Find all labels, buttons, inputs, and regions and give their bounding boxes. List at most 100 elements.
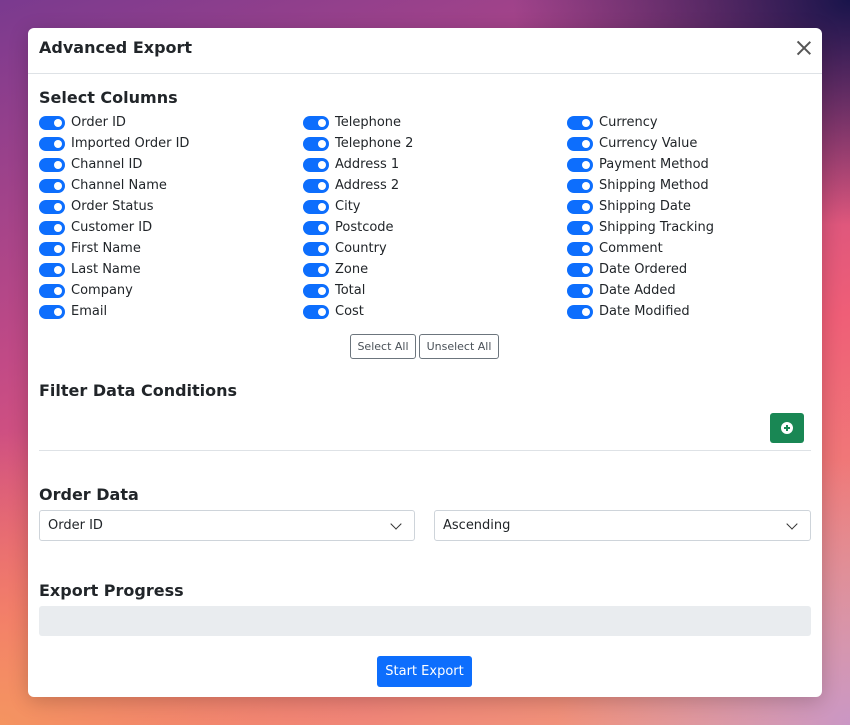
order-field-value: Order ID: [48, 518, 103, 533]
toggle-switch[interactable]: [39, 304, 65, 319]
column-toggle-item[interactable]: Postcode: [303, 217, 563, 238]
column-toggle-item[interactable]: Zone: [303, 259, 563, 280]
column-toggle-item[interactable]: Order ID: [39, 112, 299, 133]
column-toggle-item[interactable]: Channel ID: [39, 154, 299, 175]
column-toggle-item[interactable]: Email: [39, 301, 299, 322]
column-toggle-item[interactable]: Currency Value: [567, 133, 827, 154]
column-toggle-label: Total: [335, 283, 366, 298]
toggle-switch[interactable]: [303, 136, 329, 151]
toggle-switch[interactable]: [39, 115, 65, 130]
column-toggle-item[interactable]: Channel Name: [39, 175, 299, 196]
chevron-down-icon: [390, 518, 402, 530]
toggle-switch[interactable]: [39, 241, 65, 256]
column-toggle-label: Date Added: [599, 283, 676, 298]
column-toggle-item[interactable]: Imported Order ID: [39, 133, 299, 154]
toggle-switch[interactable]: [39, 136, 65, 151]
column-group-2: Telephone Telephone 2 Address 1 Address 2 Ci…: [303, 112, 563, 322]
column-toggle-label: Shipping Tracking: [599, 220, 714, 235]
column-toggle-label: Telephone 2: [335, 136, 414, 151]
column-toggle-item[interactable]: Shipping Method: [567, 175, 827, 196]
column-toggle-item[interactable]: First Name: [39, 238, 299, 259]
toggle-switch[interactable]: [39, 262, 65, 277]
toggle-switch[interactable]: [567, 241, 593, 256]
column-toggle-item[interactable]: Telephone: [303, 112, 563, 133]
column-toggle-label: Address 1: [335, 157, 400, 172]
toggle-switch[interactable]: [303, 220, 329, 235]
add-condition-button[interactable]: [770, 413, 804, 443]
toggle-switch[interactable]: [303, 241, 329, 256]
toggle-switch[interactable]: [39, 178, 65, 193]
column-toggle-label: Shipping Method: [599, 178, 709, 193]
column-toggle-label: Shipping Date: [599, 199, 691, 214]
toggle-switch[interactable]: [303, 115, 329, 130]
column-toggle-item[interactable]: Date Added: [567, 280, 827, 301]
column-toggle-label: Imported Order ID: [71, 136, 190, 151]
column-toggle-label: Email: [71, 304, 108, 319]
column-toggle-label: Last Name: [71, 262, 141, 277]
column-toggle-item[interactable]: Shipping Tracking: [567, 217, 827, 238]
toggle-switch[interactable]: [567, 304, 593, 319]
toggle-switch[interactable]: [567, 283, 593, 298]
close-icon[interactable]: [794, 38, 814, 58]
column-toggle-item[interactable]: Date Ordered: [567, 259, 827, 280]
column-toggle-item[interactable]: Cost: [303, 301, 563, 322]
column-toggle-item[interactable]: Country: [303, 238, 563, 259]
toggle-switch[interactable]: [567, 115, 593, 130]
toggle-switch[interactable]: [303, 304, 329, 319]
column-toggle-label: Address 2: [335, 178, 400, 193]
toggle-switch[interactable]: [39, 283, 65, 298]
select-all-button[interactable]: Select All: [350, 334, 416, 359]
filter-conditions-title: Filter Data Conditions: [39, 381, 238, 400]
toggle-switch[interactable]: [303, 157, 329, 172]
order-field-select[interactable]: Order ID: [39, 510, 415, 541]
column-toggle-item[interactable]: Address 2: [303, 175, 563, 196]
toggle-switch[interactable]: [303, 178, 329, 193]
column-group-1: Order ID Imported Order ID Channel ID Chann…: [39, 112, 299, 322]
column-toggle-item[interactable]: Currency: [567, 112, 827, 133]
column-toggle-item[interactable]: Last Name: [39, 259, 299, 280]
column-toggle-label: First Name: [71, 241, 141, 256]
column-toggle-label: Payment Method: [599, 157, 709, 172]
toggle-switch[interactable]: [567, 178, 593, 193]
column-toggle-item[interactable]: Order Status: [39, 196, 299, 217]
toggle-switch[interactable]: [303, 199, 329, 214]
export-progress-title: Export Progress: [39, 581, 184, 600]
column-toggle-item[interactable]: Telephone 2: [303, 133, 563, 154]
toggle-switch[interactable]: [303, 283, 329, 298]
chevron-down-icon: [786, 518, 798, 530]
order-direction-select[interactable]: Ascending: [434, 510, 811, 541]
unselect-all-button[interactable]: Unselect All: [419, 334, 499, 359]
column-toggle-item[interactable]: City: [303, 196, 563, 217]
column-toggle-item[interactable]: Comment: [567, 238, 827, 259]
column-toggle-item[interactable]: Shipping Date: [567, 196, 827, 217]
toggle-switch[interactable]: [303, 262, 329, 277]
column-toggle-label: Order Status: [71, 199, 154, 214]
modal-title: Advanced Export: [39, 38, 193, 57]
order-direction-value: Ascending: [443, 518, 511, 533]
column-toggle-item[interactable]: Company: [39, 280, 299, 301]
column-toggle-item[interactable]: Customer ID: [39, 217, 299, 238]
column-toggle-label: Zone: [335, 262, 369, 277]
select-columns-title: Select Columns: [39, 88, 178, 107]
toggle-switch[interactable]: [567, 220, 593, 235]
modal-header: Advanced Export: [28, 28, 822, 74]
column-toggle-item[interactable]: Payment Method: [567, 154, 827, 175]
column-toggle-label: Date Ordered: [599, 262, 688, 277]
column-toggle-label: Country: [335, 241, 387, 256]
order-data-title: Order Data: [39, 485, 139, 504]
column-toggle-label: Channel ID: [71, 157, 143, 172]
toggle-switch[interactable]: [567, 136, 593, 151]
toggle-switch[interactable]: [567, 262, 593, 277]
column-toggle-label: Currency: [599, 115, 658, 130]
column-toggle-item[interactable]: Address 1: [303, 154, 563, 175]
plus-circle-icon: [781, 422, 793, 434]
start-export-button[interactable]: Start Export: [377, 656, 472, 687]
column-toggle-item[interactable]: Date Modified: [567, 301, 827, 322]
toggle-switch[interactable]: [567, 157, 593, 172]
toggle-switch[interactable]: [39, 199, 65, 214]
column-toggle-label: Telephone: [335, 115, 402, 130]
toggle-switch[interactable]: [567, 199, 593, 214]
toggle-switch[interactable]: [39, 220, 65, 235]
toggle-switch[interactable]: [39, 157, 65, 172]
column-toggle-item[interactable]: Total: [303, 280, 563, 301]
